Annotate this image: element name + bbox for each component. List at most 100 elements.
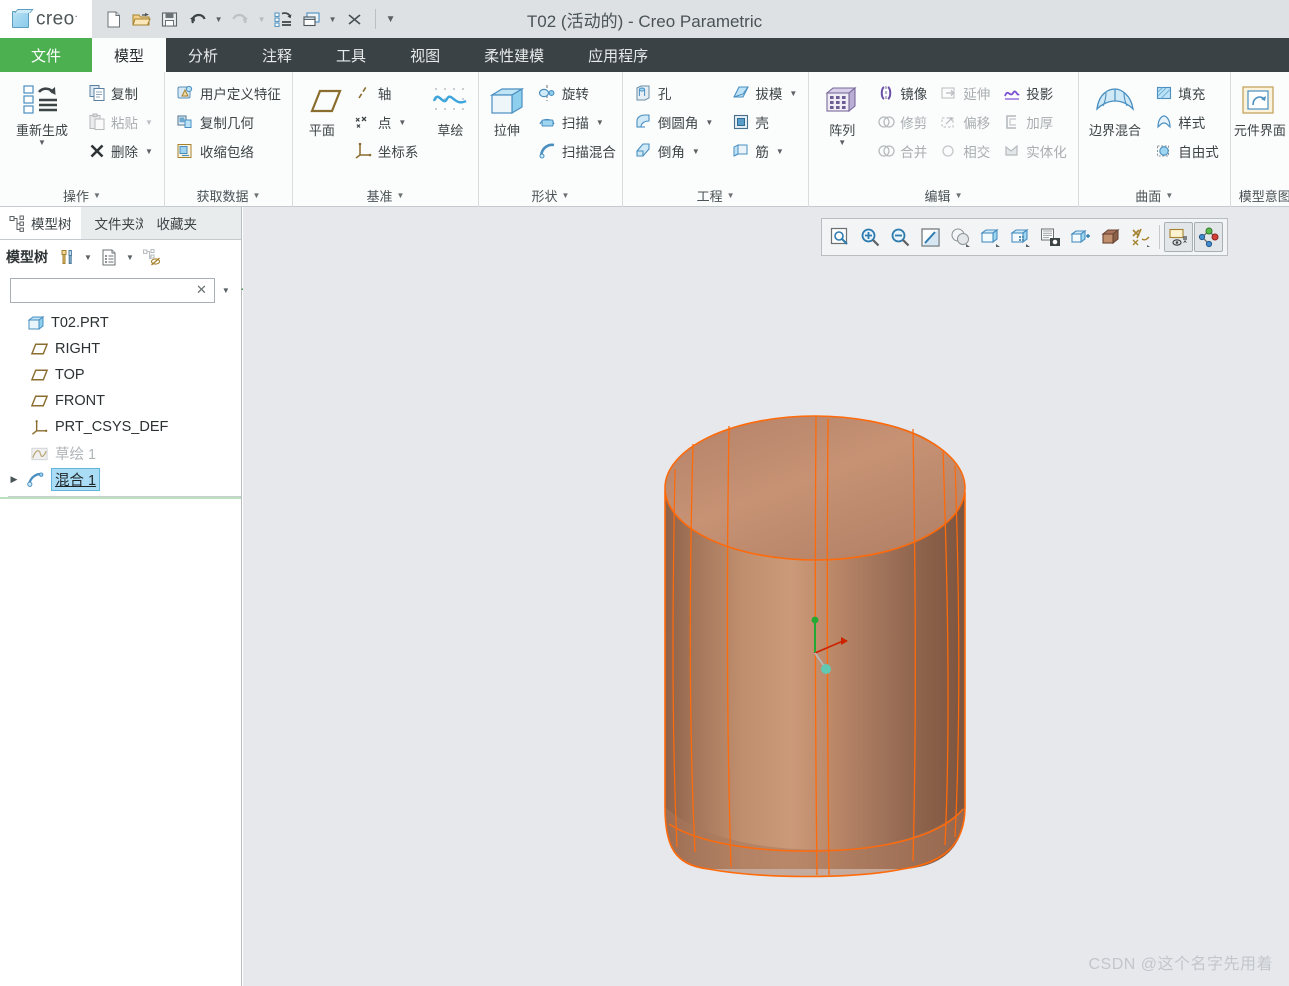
- scene-button[interactable]: [1096, 222, 1125, 252]
- boundary-blend-button[interactable]: 边界混合: [1085, 76, 1146, 140]
- extrude-label: 拉伸: [493, 123, 520, 138]
- tree-item-csys[interactable]: PRT_CSYS_DEF: [0, 414, 241, 440]
- sketch-button[interactable]: 草绘: [427, 76, 473, 140]
- sweep-dropdown-arrow[interactable]: ▼: [596, 118, 604, 127]
- regenerate-button[interactable]: [270, 6, 296, 32]
- tree-item-part[interactable]: T02.PRT: [0, 310, 241, 336]
- datum-plane-button[interactable]: 平面: [299, 76, 345, 140]
- new-file-button[interactable]: [100, 6, 126, 32]
- shrinkwrap-label: 收缩包络: [199, 145, 254, 160]
- round-button[interactable]: 倒圆角 ▼: [629, 108, 718, 136]
- nav-tab-favorites[interactable]: 收藏夹: [143, 207, 205, 239]
- datum-point-button[interactable]: 点 ▼: [349, 108, 424, 136]
- nav-tab-model-tree[interactable]: 模型树: [0, 207, 81, 239]
- tree-item-top[interactable]: TOP: [0, 362, 241, 388]
- appearance-gallery-button[interactable]: [1036, 222, 1065, 252]
- draft-dropdown-arrow[interactable]: ▼: [789, 89, 797, 98]
- save-button[interactable]: [156, 6, 182, 32]
- operations-group-dropdown-arrow[interactable]: ▼: [93, 191, 101, 200]
- customize-qat-button[interactable]: ▼: [384, 6, 397, 32]
- model-tree-filters-button[interactable]: [139, 245, 163, 269]
- pattern-button[interactable]: 阵列 ▼: [815, 76, 869, 148]
- shrinkwrap-button[interactable]: 收缩包络: [171, 137, 286, 165]
- datum-group-dropdown-arrow[interactable]: ▼: [396, 191, 404, 200]
- refit-button[interactable]: [826, 222, 855, 252]
- model-tree-settings-button[interactable]: [55, 245, 79, 269]
- coordinate-system-button[interactable]: 坐标系: [349, 137, 424, 165]
- nav-tab-folder-browser[interactable]: 文件夹浏览器: [81, 207, 143, 239]
- tab-annotate[interactable]: 注释: [240, 38, 314, 72]
- clear-search-icon[interactable]: ✕: [193, 282, 210, 298]
- draft-button[interactable]: 拔模 ▼: [726, 79, 802, 107]
- component-interface-button[interactable]: 元件界面: [1233, 76, 1287, 140]
- pattern-dropdown-arrow[interactable]: ▼: [838, 138, 846, 147]
- tree-item-right[interactable]: RIGHT: [0, 336, 241, 362]
- zoom-out-button[interactable]: [886, 222, 915, 252]
- graphics-area[interactable]: CSDN @这个名字先用着: [243, 207, 1289, 986]
- shapes-group-dropdown-arrow[interactable]: ▼: [561, 191, 569, 200]
- saved-orientations-button[interactable]: [976, 222, 1005, 252]
- swept-blend-button[interactable]: 扫描混合: [533, 137, 621, 165]
- annotation-display-button[interactable]: [1126, 222, 1155, 252]
- datum-axis-button[interactable]: 轴: [349, 79, 424, 107]
- copy-geometry-button[interactable]: 复制几何: [171, 108, 286, 136]
- tab-file[interactable]: 文件: [0, 38, 92, 72]
- mirror-button[interactable]: 镜像: [871, 79, 932, 107]
- chamfer-dropdown-arrow[interactable]: ▼: [692, 147, 700, 156]
- tab-analysis[interactable]: 分析: [166, 38, 240, 72]
- surfaces-group-dropdown-arrow[interactable]: ▼: [1165, 191, 1173, 200]
- copy-button[interactable]: 复制: [82, 79, 158, 107]
- datum-display-filters-button[interactable]: [1164, 222, 1193, 252]
- tree-item-front[interactable]: FRONT: [0, 388, 241, 414]
- user-defined-feature-button[interactable]: 用户定义特征: [171, 79, 286, 107]
- window-button[interactable]: [298, 6, 324, 32]
- get-data-group-dropdown-arrow[interactable]: ▼: [252, 191, 260, 200]
- hole-button[interactable]: 孔: [629, 79, 718, 107]
- delete-dropdown-arrow[interactable]: ▼: [145, 147, 153, 156]
- extrude-button[interactable]: 拉伸: [485, 76, 529, 140]
- close-window-button[interactable]: [341, 6, 367, 32]
- regenerate-model-button[interactable]: 重新生成 ▼: [6, 76, 78, 148]
- chamfer-button[interactable]: 倒角 ▼: [629, 137, 718, 165]
- open-file-button[interactable]: [128, 6, 154, 32]
- 3d-model-viewport[interactable]: [243, 207, 1289, 986]
- model-tree-search-box[interactable]: ✕: [10, 277, 215, 303]
- tab-applications[interactable]: 应用程序: [566, 38, 670, 72]
- tab-tools[interactable]: 工具: [314, 38, 388, 72]
- model-tree-display-button[interactable]: [97, 245, 121, 269]
- repaint-button[interactable]: [916, 222, 945, 252]
- delete-button[interactable]: 删除 ▼: [82, 137, 158, 165]
- display-style-button[interactable]: [946, 222, 975, 252]
- sweep-button[interactable]: 扫描 ▼: [533, 108, 621, 136]
- editing-group-dropdown-arrow[interactable]: ▼: [955, 191, 963, 200]
- style-button[interactable]: 样式: [1149, 108, 1224, 136]
- fill-button[interactable]: 填充: [1149, 79, 1224, 107]
- tab-view[interactable]: 视图: [388, 38, 462, 72]
- model-tree-display-dropdown-arrow[interactable]: ▼: [124, 245, 136, 269]
- model-tree-settings-dropdown-arrow[interactable]: ▼: [82, 245, 94, 269]
- datum-point-dropdown-arrow[interactable]: ▼: [398, 118, 406, 127]
- view-manager-button[interactable]: [1006, 222, 1035, 252]
- tab-flexible-modeling[interactable]: 柔性建模: [462, 38, 566, 72]
- window-dropdown-arrow[interactable]: ▼: [326, 6, 339, 32]
- project-button[interactable]: 投影: [997, 79, 1072, 107]
- tree-item-sketch[interactable]: 草绘 1: [0, 440, 241, 466]
- rib-button[interactable]: 筋 ▼: [726, 137, 802, 165]
- freestyle-button[interactable]: 自由式: [1149, 137, 1224, 165]
- tree-expand-arrow-blend[interactable]: ▶: [8, 474, 20, 485]
- shell-button[interactable]: 壳: [726, 108, 802, 136]
- regenerate-dropdown-arrow[interactable]: ▼: [38, 138, 46, 147]
- tree-item-blend[interactable]: ▶ 混合 1: [0, 466, 241, 492]
- spin-center-button[interactable]: [1194, 222, 1223, 252]
- revolve-button[interactable]: 旋转: [533, 79, 621, 107]
- zoom-in-button[interactable]: [856, 222, 885, 252]
- undo-button[interactable]: [184, 6, 210, 32]
- perspective-view-button[interactable]: [1066, 222, 1095, 252]
- rib-dropdown-arrow[interactable]: ▼: [776, 147, 784, 156]
- round-dropdown-arrow[interactable]: ▼: [705, 118, 713, 127]
- tab-model[interactable]: 模型: [92, 38, 167, 72]
- engineering-group-dropdown-arrow[interactable]: ▼: [727, 191, 735, 200]
- search-input[interactable]: [17, 282, 193, 298]
- undo-dropdown-arrow[interactable]: ▼: [212, 6, 225, 32]
- search-dropdown-arrow[interactable]: ▼: [219, 286, 233, 295]
